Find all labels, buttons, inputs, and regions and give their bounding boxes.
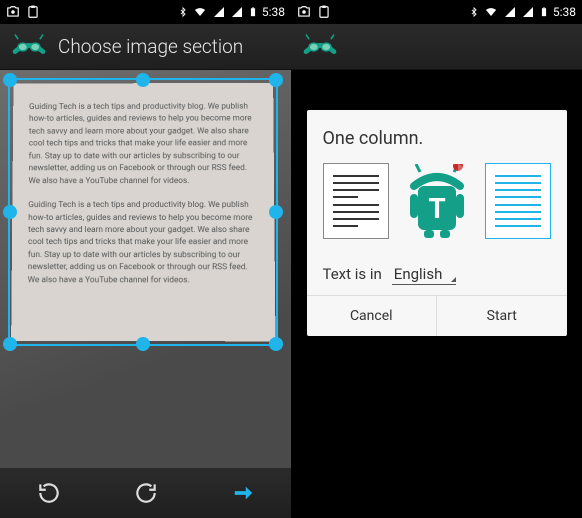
clipboard-icon bbox=[317, 5, 331, 19]
phone-left: 5:38 Choose image section Guiding Tech i… bbox=[0, 0, 291, 518]
app-logo-icon bbox=[10, 33, 48, 61]
bottom-toolbar bbox=[0, 468, 291, 518]
clock: 5:38 bbox=[262, 5, 285, 19]
dialog-backdrop: One column. bbox=[291, 70, 582, 518]
text-robot-icon: T bbox=[401, 164, 473, 238]
rotate-right-button[interactable] bbox=[131, 478, 161, 508]
signal-icon-2 bbox=[230, 6, 244, 18]
bluetooth-icon bbox=[178, 5, 188, 19]
bluetooth-icon bbox=[469, 5, 479, 19]
cancel-button[interactable]: Cancel bbox=[307, 296, 437, 336]
camera-preview: Guiding Tech is a tech tips and producti… bbox=[0, 70, 291, 468]
language-select[interactable]: English bbox=[392, 265, 457, 285]
crop-handle-bottom-mid[interactable] bbox=[136, 337, 150, 351]
crop-handle-mid-left[interactable] bbox=[3, 205, 17, 219]
header-title: Choose image section bbox=[58, 35, 243, 58]
screenshot-icon bbox=[297, 5, 311, 19]
one-column-option[interactable] bbox=[323, 163, 389, 239]
dialog-title: One column. bbox=[323, 128, 551, 149]
app-header bbox=[291, 24, 582, 70]
crop-handle-top-right[interactable] bbox=[269, 73, 283, 87]
wifi-icon bbox=[483, 6, 499, 18]
signal-icon bbox=[212, 6, 226, 18]
language-label: Text is in bbox=[323, 265, 382, 283]
clipboard-icon bbox=[26, 5, 40, 19]
app-header: Choose image section bbox=[0, 24, 291, 70]
column-dialog: One column. bbox=[307, 110, 567, 336]
signal-icon-2 bbox=[521, 6, 535, 18]
crop-frame[interactable] bbox=[8, 78, 278, 346]
phone-right: 5:38 One column. bbox=[291, 0, 582, 518]
crop-handle-top-mid[interactable] bbox=[136, 73, 150, 87]
next-button[interactable] bbox=[228, 478, 258, 508]
svg-text:T: T bbox=[428, 192, 445, 225]
signal-icon bbox=[503, 6, 517, 18]
crop-handle-mid-right[interactable] bbox=[269, 205, 283, 219]
crop-handle-top-left[interactable] bbox=[3, 73, 17, 87]
wifi-icon bbox=[192, 6, 208, 18]
status-bar: 5:38 bbox=[0, 0, 291, 24]
crop-handle-bottom-left[interactable] bbox=[3, 337, 17, 351]
one-column-option-selected[interactable] bbox=[485, 163, 551, 239]
crop-handle-bottom-right[interactable] bbox=[269, 337, 283, 351]
battery-icon bbox=[248, 5, 258, 19]
rotate-left-button[interactable] bbox=[34, 478, 64, 508]
app-logo-icon bbox=[301, 33, 339, 61]
status-bar: 5:38 bbox=[291, 0, 582, 24]
screenshot-icon bbox=[6, 5, 20, 19]
clock: 5:38 bbox=[553, 5, 576, 19]
battery-icon bbox=[539, 5, 549, 19]
start-button[interactable]: Start bbox=[436, 296, 567, 336]
